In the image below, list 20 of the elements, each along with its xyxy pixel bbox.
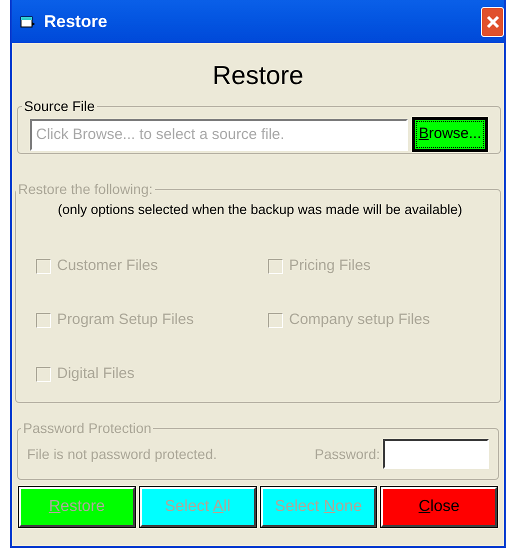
- close-button[interactable]: [481, 6, 504, 36]
- password-status: File is not password protected.: [27, 444, 217, 464]
- action-button[interactable]: Close: [381, 487, 497, 527]
- checkbox-label: Pricing Files: [289, 256, 371, 276]
- password-label: Password:: [314, 444, 380, 464]
- group-label: Source File: [23, 97, 96, 116]
- options-note: (only options selected when the backup was made will be available): [56, 201, 464, 219]
- password-field[interactable]: [383, 439, 489, 469]
- close-icon: [486, 14, 500, 28]
- checkbox-label: Digital Files: [57, 364, 135, 384]
- group-label: Restore the following:: [17, 180, 154, 199]
- checkbox-label: Company setup Files: [289, 310, 430, 330]
- group-label: Password Protection: [22, 419, 152, 438]
- browse-button[interactable]: Browse...: [412, 117, 488, 152]
- source-file-field[interactable]: Click Browse... to select a source file.: [30, 118, 408, 150]
- checkbox-label: Customer Files: [57, 256, 158, 276]
- window-title: Restore: [44, 10, 108, 33]
- dialog-heading: Restore: [211, 59, 305, 90]
- window-icon: [20, 14, 36, 28]
- checkbox-label: Program Setup Files: [57, 310, 194, 330]
